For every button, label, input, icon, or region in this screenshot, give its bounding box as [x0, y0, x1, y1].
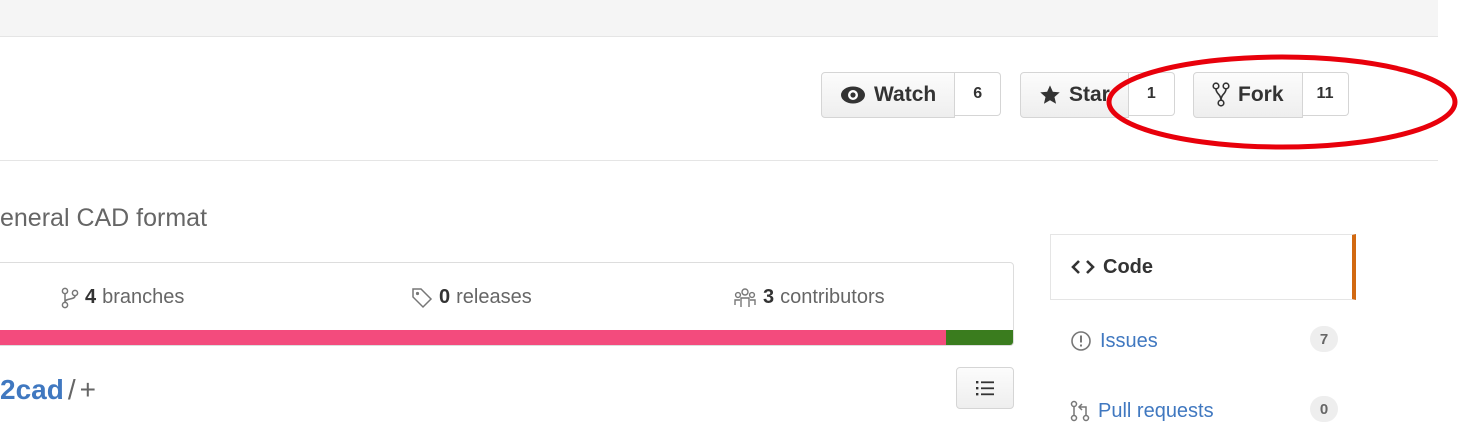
branches-count: 4: [85, 286, 97, 308]
divider: [0, 160, 1438, 161]
nav-item-issues[interactable]: Issues 7: [1050, 308, 1356, 374]
releases-label: releases: [456, 286, 532, 308]
repo-forked-icon: [1212, 82, 1230, 107]
fork-button[interactable]: Fork: [1193, 72, 1303, 118]
path-separator: /: [67, 374, 76, 405]
star-button[interactable]: Star: [1020, 72, 1129, 118]
breadcrumb: 2cad / +: [0, 374, 96, 406]
add-file-button[interactable]: +: [80, 374, 96, 405]
language-segment: [945, 330, 1013, 345]
branches-label: branches: [102, 286, 185, 308]
repo-description: eneral CAD format: [0, 204, 208, 232]
list-view-button[interactable]: [956, 367, 1014, 409]
fork-button-group: Fork 11: [1193, 72, 1349, 118]
watch-button[interactable]: Watch: [821, 72, 956, 118]
releases-count: 0: [439, 286, 451, 308]
issues-counter: 7: [1310, 326, 1338, 352]
contributors-label: contributors: [780, 286, 885, 308]
language-segment: [0, 330, 946, 345]
repo-sidenav: Code Issues 7 Pull requests 0: [1050, 232, 1356, 425]
fork-label: Fork: [1238, 83, 1284, 106]
star-label: Star: [1069, 83, 1110, 106]
repo-summary: 4 branches 0 releases 3 contributors: [0, 262, 1014, 346]
star-icon: [1040, 85, 1060, 104]
git-branch-icon: [61, 287, 79, 308]
star-button-group: Star 1: [1020, 72, 1175, 118]
language-bar[interactable]: [0, 330, 1013, 345]
nav-item-pull-requests[interactable]: Pull requests 0: [1050, 378, 1356, 444]
list-unordered-icon: [976, 381, 994, 396]
eye-icon: [841, 86, 865, 104]
nav-item-code[interactable]: Code: [1050, 234, 1356, 300]
git-pull-request-icon: [1070, 400, 1090, 422]
pull-requests-counter: 0: [1310, 396, 1338, 422]
watch-button-group: Watch 6: [821, 72, 1002, 118]
tag-icon: [412, 287, 433, 308]
releases-link[interactable]: 0 releases: [411, 286, 532, 309]
contributors-count: 3: [763, 286, 775, 308]
issue-opened-icon: [1071, 331, 1091, 351]
branches-link[interactable]: 4 branches: [61, 286, 184, 309]
nav-label-code: Code: [1103, 255, 1153, 278]
nav-label-pull-requests: Pull requests: [1098, 399, 1214, 422]
watch-label: Watch: [874, 83, 937, 106]
watch-count[interactable]: 6: [955, 72, 1002, 116]
top-bar: [0, 0, 1438, 37]
code-icon: [1071, 260, 1095, 274]
repo-name-link[interactable]: 2cad: [0, 374, 64, 405]
nav-label-issues: Issues: [1100, 329, 1158, 352]
organization-icon: [734, 287, 756, 307]
contributors-link[interactable]: 3 contributors: [733, 286, 885, 309]
fork-count[interactable]: 11: [1302, 72, 1349, 116]
star-count[interactable]: 1: [1128, 72, 1175, 116]
